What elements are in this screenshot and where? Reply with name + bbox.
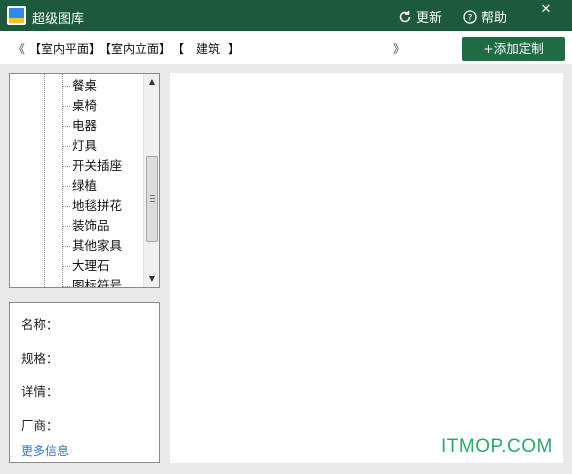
category-breadcrumb-bar: 《 【室内平面】 【室内立面】 【 建筑 】 》 +添加定制 [0, 31, 572, 64]
breadcrumb-item-indoor-plan[interactable]: 【室内平面】 [29, 40, 101, 57]
name-label: 名称： [21, 317, 59, 332]
breadcrumb-prev-button[interactable]: 《 [13, 40, 25, 57]
tree-item-lamps[interactable]: 灯具 [62, 136, 97, 156]
refresh-label: 更新 [416, 11, 443, 26]
tree-item-appliances[interactable]: 电器 [62, 116, 97, 136]
more-info-link[interactable]: 更多信息 [21, 442, 69, 459]
app-title: 超级图库 [32, 12, 85, 27]
tree-item-dining-table[interactable]: 餐桌 [62, 76, 97, 96]
help-icon: ? [463, 9, 477, 24]
breadcrumb-bracket-close: 】 [228, 42, 241, 56]
scroll-up-arrow-icon[interactable]: ▲ [144, 74, 159, 90]
help-label: 帮助 [481, 11, 508, 26]
scroll-down-arrow-icon[interactable]: ▼ [144, 271, 159, 287]
refresh-icon [398, 10, 412, 24]
close-button[interactable]: ✕ [520, 0, 572, 22]
item-info-panel: 名称： 规格： 详情： 厂商： 更多信息 [9, 302, 160, 463]
preview-area[interactable] [170, 73, 563, 463]
spec-label: 规格： [21, 351, 59, 366]
tree-scrollbar[interactable]: ▲ ▼ [143, 74, 159, 287]
tree-item-other-furniture[interactable]: 其他家具 [62, 236, 122, 256]
close-icon: ✕ [540, 2, 552, 17]
tree-item-plants[interactable]: 绿植 [62, 176, 97, 196]
vendor-label: 厂商： [21, 418, 59, 433]
svg-text:?: ? [468, 13, 473, 23]
tree-item-carpet-patterns[interactable]: 地毯拼花 [62, 196, 122, 216]
title-bar: 超级图库 更新 ? 帮助 ✕ [0, 0, 572, 31]
breadcrumb-item-indoor-elevation[interactable]: 【室内立面】 [99, 40, 171, 57]
refresh-button[interactable]: 更新 [398, 7, 442, 26]
category-tree[interactable]: 餐桌 桌椅 电器 灯具 开关插座 绿植 地毯拼花 装饰品 其他家具 大理石 图标… [9, 73, 160, 288]
tree-item-switches-sockets[interactable]: 开关插座 [62, 156, 122, 176]
tree-item-decorations[interactable]: 装饰品 [62, 216, 110, 236]
help-button[interactable]: ? 帮助 [463, 7, 507, 26]
tree-item-marble[interactable]: 大理石 [62, 256, 110, 276]
tree-item-tables-chairs[interactable]: 桌椅 [62, 96, 97, 116]
breadcrumb-item-architecture[interactable]: 建筑 [196, 40, 220, 57]
watermark: ITMOP.COM [441, 436, 553, 457]
app-logo-icon [7, 6, 26, 25]
breadcrumb-bracket-open: 【 [172, 42, 185, 56]
tree-item-icon-symbols[interactable]: 图标符号 [62, 276, 122, 287]
add-custom-button[interactable]: +添加定制 [462, 37, 565, 61]
breadcrumb-next-button[interactable]: 》 [393, 40, 405, 57]
tree-connector [44, 74, 45, 287]
detail-label: 详情： [21, 384, 59, 399]
scroll-thumb[interactable] [146, 156, 158, 242]
